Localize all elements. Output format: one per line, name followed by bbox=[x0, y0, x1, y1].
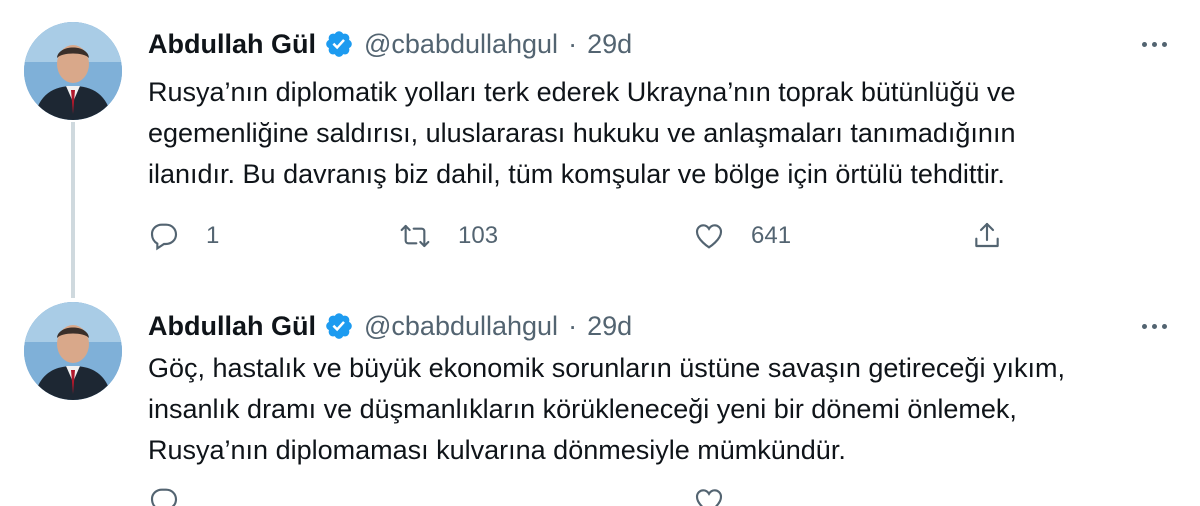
retweet-icon bbox=[400, 224, 430, 248]
like-button[interactable] bbox=[693, 486, 725, 506]
tweet-actions: 1 103 641 bbox=[148, 212, 1048, 260]
like-icon bbox=[695, 489, 723, 506]
share-button[interactable] bbox=[971, 212, 1003, 260]
like-button[interactable]: 641 bbox=[693, 212, 791, 260]
tweet-text: Rusya’nın diplomatik yolları terk ederek… bbox=[148, 72, 1178, 195]
more-options-icon[interactable] bbox=[1134, 26, 1174, 62]
tweet-text-line: Göç, hastalık ve büyük ekonomik sorunlar… bbox=[148, 353, 1065, 383]
reply-icon bbox=[150, 488, 178, 506]
reply-icon bbox=[150, 223, 178, 251]
tweet-text-line: Rusya’nın diplomaması kulvarına dönmesiy… bbox=[148, 435, 846, 465]
avatar[interactable] bbox=[24, 302, 122, 400]
verified-badge-icon bbox=[324, 29, 354, 59]
reply-count: 1 bbox=[206, 222, 220, 249]
separator-dot: · bbox=[568, 310, 578, 341]
tweet-text-line: ilanıdır. Bu davranış biz dahil, tüm kom… bbox=[148, 159, 1005, 189]
reply-button[interactable]: 1 bbox=[148, 212, 219, 260]
like-icon bbox=[695, 224, 723, 249]
tweet-text-line: insanlık dramı ve düşmanlıkların körükle… bbox=[148, 394, 1017, 424]
tweet-text: Göç, hastalık ve büyük ekonomik sorunlar… bbox=[148, 348, 1178, 471]
tweet-header: Abdullah Gül @cbabdullahgul · 29d bbox=[148, 26, 632, 62]
tweet-2-actions-partial bbox=[148, 486, 1048, 506]
timestamp[interactable]: 29d bbox=[587, 311, 632, 342]
author-handle[interactable]: @cbabdullahgul bbox=[364, 311, 558, 342]
share-icon bbox=[975, 222, 999, 248]
separator-dot: · bbox=[568, 28, 578, 59]
reply-button[interactable] bbox=[148, 486, 180, 506]
avatar-portrait bbox=[24, 22, 122, 120]
retweet-count: 103 bbox=[458, 222, 499, 249]
thread-connector-line bbox=[71, 122, 75, 298]
more-options-icon[interactable] bbox=[1134, 308, 1174, 344]
verified-badge-icon bbox=[324, 311, 354, 341]
like-count: 641 bbox=[751, 222, 792, 249]
avatar-portrait bbox=[24, 302, 122, 400]
tweet-header: Abdullah Gül @cbabdullahgul · 29d bbox=[148, 308, 632, 344]
retweet-button[interactable]: 103 bbox=[398, 212, 498, 260]
timestamp[interactable]: 29d bbox=[587, 29, 632, 60]
tweet-text-line: egemenliğine saldırısı, uluslararası huk… bbox=[148, 118, 1016, 148]
tweet-text-line: Rusya’nın diplomatik yolları terk ederek… bbox=[148, 77, 1016, 107]
author-handle[interactable]: @cbabdullahgul bbox=[364, 29, 558, 60]
avatar[interactable] bbox=[24, 22, 122, 120]
author-name[interactable]: Abdullah Gül bbox=[148, 29, 316, 60]
author-name[interactable]: Abdullah Gül bbox=[148, 311, 316, 342]
